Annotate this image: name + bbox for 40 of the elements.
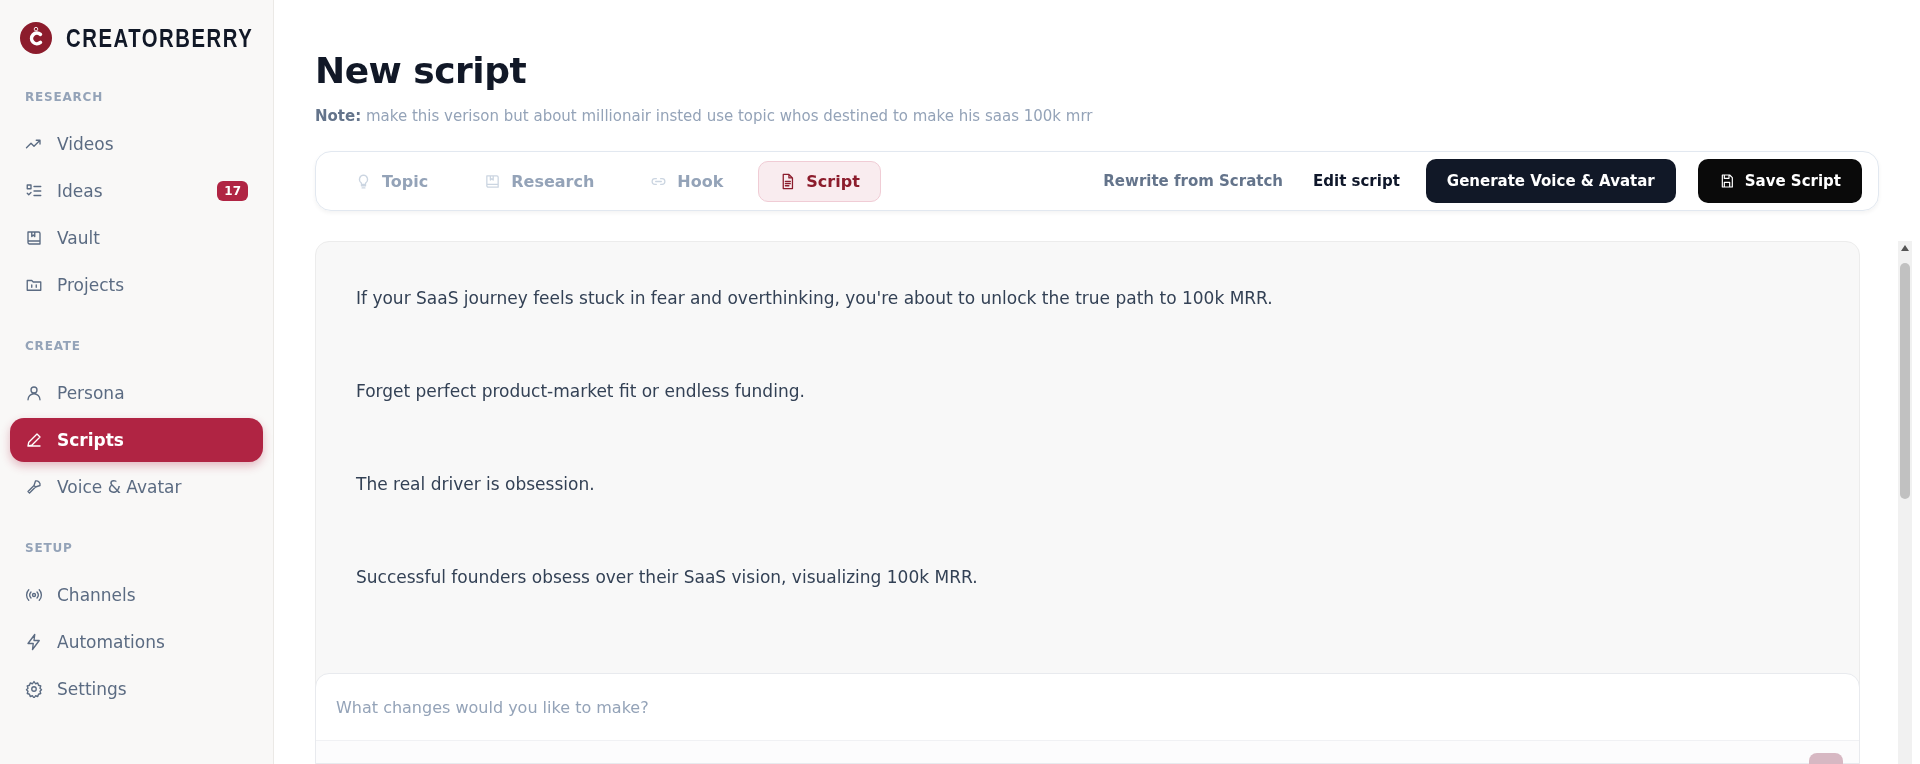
note-text: Note: make this verison but about millionair insted use topic whos destined to make his saas 100k mrr — [315, 107, 1094, 125]
book-icon — [484, 172, 502, 190]
sidebar-item[interactable]: Channels — [10, 573, 263, 617]
user-icon — [25, 384, 43, 402]
book-icon — [25, 229, 43, 247]
edit-button[interactable]: Edit script — [1307, 171, 1406, 191]
changes-input[interactable]: What changes would you like to make? — [316, 674, 1859, 740]
save-button[interactable]: Save Script — [1697, 159, 1862, 203]
sidebar-item[interactable]: Ideas 17 — [10, 169, 263, 213]
brand-name: CREATORBERRY — [66, 22, 254, 54]
sidebar-item[interactable]: Scripts — [10, 418, 263, 462]
script-paragraph: If your SaaS journey feels stuck in fear and overthinking, you're about to unlock the true path to 100k MRR. — [356, 287, 1274, 310]
script-paragraph: Forget perfect product-market fit or endless funding. — [356, 380, 806, 403]
sidebar-item[interactable]: Automations — [10, 620, 263, 664]
logo-icon — [20, 22, 52, 54]
changes-field[interactable]: What changes would you like to make? — [315, 673, 1860, 764]
scroll-up-icon[interactable] — [1901, 245, 1909, 251]
settings-icon — [25, 680, 43, 698]
scroll-thumb[interactable] — [1900, 263, 1910, 499]
scrollbar[interactable] — [1898, 241, 1912, 764]
sidebar-item[interactable]: Videos — [10, 122, 263, 166]
broadcast-icon — [25, 586, 43, 604]
sidebar-item[interactable]: Settings — [10, 667, 263, 711]
count-badge: 17 — [217, 181, 248, 201]
section-heading: CREATE — [24, 339, 82, 353]
sidebar-item[interactable]: Persona — [10, 371, 263, 415]
generate-button[interactable]: Generate Voice & Avatar — [1425, 159, 1676, 203]
page-title: New script — [315, 50, 528, 91]
microphone-icon — [25, 478, 43, 496]
lightning-icon — [25, 633, 43, 651]
step-tab[interactable]: Script — [758, 160, 881, 202]
sidebar-item[interactable]: Voice & Avatar — [10, 465, 263, 509]
section-heading: SETUP — [24, 541, 74, 555]
script-paragraph: The real driver is obsession. — [356, 473, 596, 496]
rewrite-button[interactable]: Rewrite from Scratch — [1097, 171, 1290, 191]
script-paragraph: Successful founders obsess over their SaaS vision, visualizing 100k MRR. — [356, 566, 979, 589]
sidebar-item[interactable]: Vault — [10, 216, 263, 260]
pencil-icon — [25, 431, 43, 449]
sidebar-item[interactable]: Projects — [10, 263, 263, 307]
section-heading: RESEARCH — [24, 90, 105, 104]
